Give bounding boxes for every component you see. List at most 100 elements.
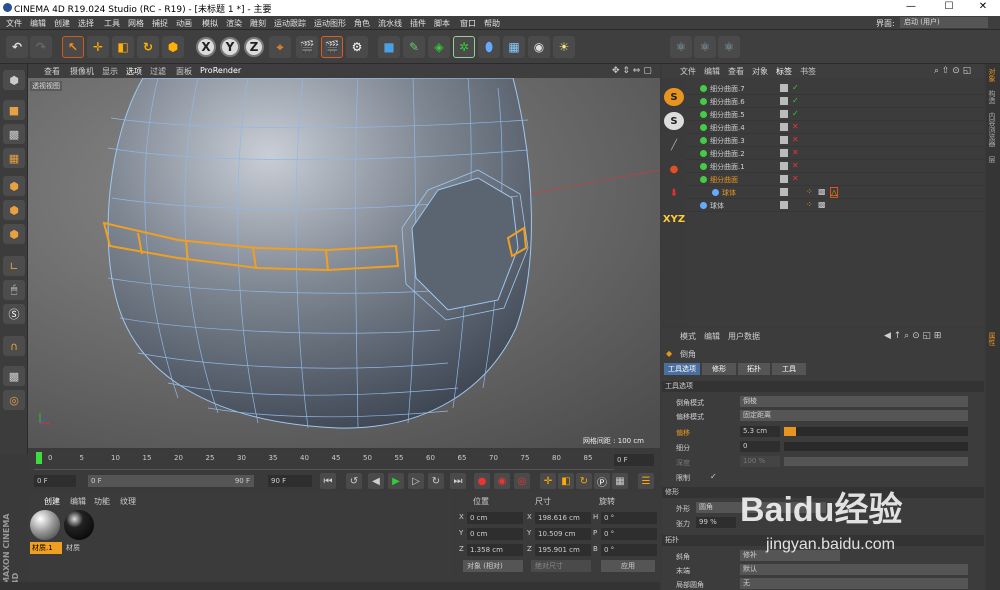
array-icon[interactable]: ✲	[453, 36, 475, 58]
offset-field[interactable]: 5.3 cm	[740, 426, 780, 437]
menu-snap[interactable]: 捕捉	[152, 18, 168, 29]
partial-rounding-select[interactable]: 无	[740, 578, 968, 589]
rotate-icon[interactable]: ↻	[137, 36, 159, 58]
keyframe-selection-icon[interactable]: ◎	[514, 473, 530, 489]
coordinate-system-icon[interactable]: ⌖	[269, 36, 291, 58]
object-row[interactable]: 细分曲面.4 ✕	[686, 121, 984, 134]
x-axis-lock-icon[interactable]: X	[196, 37, 216, 57]
subdivision-field[interactable]: 0	[740, 441, 780, 452]
go-to-end-icon[interactable]: ⏭	[450, 473, 466, 489]
snap-icon[interactable]: ⚛	[670, 36, 692, 58]
material-menu-edit[interactable]: 编辑	[70, 496, 86, 507]
menu-sculpt[interactable]: 雕刻	[250, 18, 266, 29]
menu-motion-tracking[interactable]: 运动跟踪	[274, 18, 306, 29]
maximize-button[interactable]: ☐	[936, 1, 962, 12]
material-menu-texture[interactable]: 纹理	[120, 496, 136, 507]
viewport-menu-view[interactable]: 查看	[44, 66, 60, 77]
material-swatch[interactable]: 材质.1	[30, 510, 62, 554]
spline-pen-icon[interactable]: ✎	[403, 36, 425, 58]
menu-pipeline[interactable]: 流水线	[378, 18, 402, 29]
menu-tools[interactable]: 工具	[104, 18, 120, 29]
depth-field[interactable]: 100 %	[740, 456, 780, 467]
key-pla-icon[interactable]: ▦	[612, 473, 628, 489]
enable-status-icon[interactable]: ✓	[792, 109, 799, 118]
viewport-menu-prorender[interactable]: ProRender	[200, 66, 241, 75]
y-axis-lock-icon[interactable]: Y	[220, 37, 240, 57]
subdivision-surface-icon[interactable]: ◈	[428, 36, 450, 58]
menu-edit[interactable]: 编辑	[30, 18, 46, 29]
magnet-icon[interactable]: ∩	[3, 336, 25, 356]
offset-mode-select[interactable]: 固定距离	[740, 410, 968, 421]
minimize-button[interactable]: —	[898, 1, 924, 12]
arrow-down-icon[interactable]: ⬇	[664, 184, 684, 202]
menu-character[interactable]: 角色	[354, 18, 370, 29]
menu-create[interactable]: 创建	[54, 18, 70, 29]
key-position-icon[interactable]: ✛	[540, 473, 556, 489]
render-picture-viewer-icon[interactable]: 🎬	[321, 36, 343, 58]
end-frame-field[interactable]: 90 F	[268, 475, 312, 487]
menu-script[interactable]: 脚本	[434, 18, 450, 29]
autokey-icon[interactable]: ◉	[494, 473, 510, 489]
world-axis-icon[interactable]: XYZ	[663, 210, 685, 228]
viewport-nav-icon[interactable]: ✥ ⇕ ⇔ ▢	[612, 66, 652, 76]
tension-field[interactable]: 99 %	[696, 517, 736, 528]
enable-status-icon[interactable]: ✓	[792, 83, 799, 92]
obj-menu-view[interactable]: 查看	[728, 66, 744, 77]
scale-icon[interactable]: ◧	[112, 36, 134, 58]
menu-window[interactable]: 窗口	[460, 18, 476, 29]
move-icon[interactable]: ✛	[87, 36, 109, 58]
texture-tag-icon[interactable]: ▩	[818, 187, 826, 196]
viewport-menu-display[interactable]: 显示	[102, 66, 118, 77]
size-x-field[interactable]: 198.616 cm	[535, 512, 591, 524]
next-key-icon[interactable]: ↻	[428, 473, 444, 489]
enable-status-icon[interactable]: ✕	[792, 174, 799, 183]
side-tab-structure[interactable]: 构造	[987, 90, 997, 104]
object-row[interactable]: 球体 ⁘ ▩ △	[686, 186, 984, 199]
enable-status-icon[interactable]: ✕	[792, 148, 799, 157]
menu-plugins[interactable]: 插件	[410, 18, 426, 29]
side-tab-attributes[interactable]: 属性	[987, 332, 997, 346]
texture-tag-icon[interactable]: ▩	[818, 200, 826, 209]
visibility-checkbox[interactable]	[780, 188, 788, 196]
record-icon[interactable]: ●	[474, 473, 490, 489]
menu-help[interactable]: 帮助	[484, 18, 500, 29]
menu-render[interactable]: 渲染	[226, 18, 242, 29]
object-row[interactable]: 细分曲面.7 ✓	[686, 82, 984, 95]
phong-tag-icon[interactable]: ⁘	[806, 200, 813, 209]
menu-file[interactable]: 文件	[6, 18, 22, 29]
obj-search-icon[interactable]: ⌕ ⇧ ⊙ ◱	[934, 66, 971, 76]
undo-icon[interactable]: ↶	[6, 36, 28, 58]
deformer-icon[interactable]: ⬮	[478, 36, 500, 58]
close-button[interactable]: ✕	[970, 1, 996, 12]
visibility-checkbox[interactable]	[780, 136, 788, 144]
tab-tool[interactable]: 工具	[772, 363, 806, 375]
visibility-checkbox[interactable]	[780, 84, 788, 92]
object-row[interactable]: 细分曲面.1 ✕	[686, 160, 984, 173]
axis-mode-icon[interactable]: ∟	[3, 256, 25, 276]
preview-range-slider[interactable]: 0 F 90 F	[88, 475, 254, 487]
live-select-icon[interactable]: ↖	[62, 36, 84, 58]
object-row[interactable]: 细分曲面.6 ✓	[686, 95, 984, 108]
obj-menu-bookmarks[interactable]: 书签	[800, 66, 816, 77]
menu-select[interactable]: 选择	[78, 18, 94, 29]
visibility-checkbox[interactable]	[780, 110, 788, 118]
menu-mesh[interactable]: 网格	[128, 18, 144, 29]
key-param-icon[interactable]: Ⓟ	[594, 473, 610, 489]
light-icon[interactable]: ☀	[553, 36, 575, 58]
layout-select[interactable]: 启动 (用户)	[900, 17, 988, 28]
viewport-menu-options[interactable]: 选项	[126, 66, 142, 77]
floor-icon[interactable]: ▦	[503, 36, 525, 58]
offset-slider[interactable]	[784, 427, 968, 436]
visibility-checkbox[interactable]	[780, 175, 788, 183]
material-swatch[interactable]: 材质	[64, 510, 96, 554]
size-mode-select[interactable]: 绝对尺寸	[531, 560, 591, 572]
quantize-icon[interactable]: ⚛	[718, 36, 740, 58]
previous-frame-icon[interactable]: ◀	[368, 473, 384, 489]
limit-checkbox[interactable]: ✓	[710, 472, 717, 481]
material-menu-create[interactable]: 创建	[44, 496, 60, 507]
camera-icon[interactable]: ◉	[528, 36, 550, 58]
object-row[interactable]: 细分曲面.2 ✕	[686, 147, 984, 160]
attr-menu-mode[interactable]: 模式	[680, 331, 696, 342]
go-to-start-icon[interactable]: ⏮	[320, 473, 336, 489]
visibility-checkbox[interactable]	[780, 97, 788, 105]
